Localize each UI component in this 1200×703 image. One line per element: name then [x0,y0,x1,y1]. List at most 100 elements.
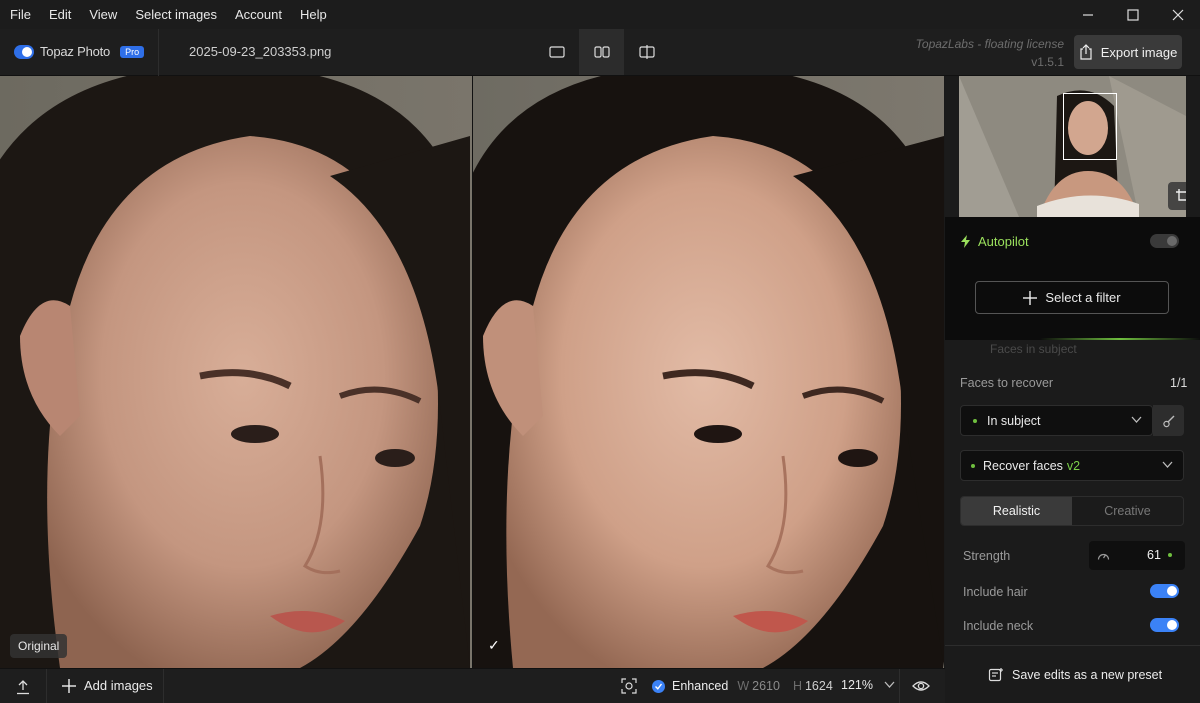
right-panel: Autopilot Select a filter Faces in subje… [945,76,1200,703]
side-by-side-icon [593,46,610,58]
status-dot-icon [973,418,977,423]
minimize-icon [1082,13,1093,16]
crop-icon [1176,189,1186,201]
strength-value: 61 [1147,548,1161,562]
autopilot-row: Autopilot [960,234,1029,249]
autopilot-toggle[interactable] [1150,234,1179,248]
recover-faces-section[interactable]: Recover faces v2 [960,450,1184,481]
menu-account[interactable]: Account [226,0,291,29]
plus-icon [62,678,76,693]
include-hair-toggle[interactable] [1150,584,1179,598]
width-label: W [737,679,750,693]
menu-help[interactable]: Help [291,0,336,29]
menu-edit[interactable]: Edit [40,0,80,29]
top-toolbar: Topaz Photo Pro 2025-09-23_203353.png To… [0,29,1200,76]
fit-screen-icon[interactable] [621,678,637,694]
chevron-down-icon [1131,416,1142,423]
app-logo: Topaz Photo Pro [14,44,145,59]
enhanced-check-icon: ✓ [488,637,500,653]
faces-count: 1/1 [1170,376,1188,390]
save-preset-button[interactable]: Save edits as a new preset [988,667,1162,683]
upload-button[interactable] [0,669,47,703]
split-view-icon [638,45,655,59]
mode-creative-option[interactable]: Creative [1072,497,1183,525]
zoom-dropdown[interactable]: 121% [841,678,895,692]
navigator-thumbnail[interactable] [959,76,1186,217]
faces-to-recover-label: Faces to recover [960,376,1054,390]
export-label: Export image [1100,44,1178,60]
export-icon [1080,44,1092,60]
subject-dropdown[interactable]: In subject [960,405,1153,436]
menu-bar: File Edit View Select images Account Hel… [0,0,1200,29]
bottom-bar: Add images Enhanced W 2610 H 1624 121% [0,668,945,703]
add-images-button[interactable]: Add images [62,678,153,693]
app-name: Topaz Photo [40,44,111,59]
include-neck-toggle[interactable] [1150,618,1179,632]
original-image-pane[interactable] [0,76,472,668]
gauge-icon [1097,553,1110,560]
autopilot-label: Autopilot [978,234,1029,249]
chevron-down-icon [1162,461,1173,468]
original-portrait-image [0,76,472,668]
enhanced-label: Enhanced [672,679,729,693]
menu-select-images[interactable]: Select images [126,0,226,29]
include-hair-label: Include hair [963,585,1028,599]
brush-icon [1162,415,1174,427]
mode-segmented-control: Realistic Creative [960,496,1184,526]
recover-version: v2 [1066,458,1081,473]
select-filter-label: Select a filter [1045,290,1121,305]
side-by-side-view-button[interactable] [579,29,624,75]
file-name: 2025-09-23_203353.png [189,44,332,59]
zoom-value: 121% [841,678,873,692]
height-label: H [792,679,802,693]
lightning-icon [961,235,970,248]
crop-button[interactable] [1168,182,1186,210]
plus-icon [1023,290,1038,305]
version-text: v1.5.1 [1031,55,1064,69]
maximize-button[interactable] [1110,0,1155,29]
filter-area: Autopilot Select a filter [945,217,1200,340]
faded-section-title: Faces in subject [990,342,1077,356]
recover-faces-label: Recover faces [983,458,1063,473]
bottom-divider-right [899,669,900,703]
select-filter-button[interactable]: Select a filter [975,281,1169,314]
bottom-divider [163,669,164,703]
close-button[interactable] [1155,0,1200,29]
navigator-frame[interactable] [1063,93,1117,160]
pro-badge: Pro [120,45,145,58]
split-view-button[interactable] [624,29,669,75]
export-image-button[interactable]: Export image [1074,35,1182,69]
strength-input[interactable]: 61 [1089,541,1185,570]
face-brush-button[interactable] [1153,405,1184,436]
recover-status-dot-icon [971,463,975,468]
license-text: TopazLabs - floating license [915,37,1064,51]
add-images-label: Add images [84,678,153,693]
image-info: Enhanced W 2610 H 1624 [621,678,833,694]
eye-icon [912,681,930,691]
window-controls [1065,0,1200,29]
minimize-button[interactable] [1065,0,1110,29]
close-icon [1172,9,1183,20]
single-view-icon [548,46,565,58]
upload-icon [17,679,29,694]
maximize-icon [1126,8,1139,21]
single-view-button[interactable] [534,29,579,75]
include-neck-label: Include neck [963,619,1034,633]
panel-divider [945,645,1200,646]
enhanced-image-pane[interactable] [473,76,944,668]
chevron-down-icon [884,681,895,688]
enhanced-check-icon [652,679,665,693]
toolbar-divider [158,29,159,76]
mode-realistic-option[interactable]: Realistic [961,497,1072,525]
height-value: 1624 [804,679,833,693]
original-label: Original [10,634,68,658]
menu-view[interactable]: View [80,0,126,29]
strength-dot-icon [1168,553,1172,557]
enhanced-portrait-image [473,76,944,668]
preview-toggle-button[interactable] [912,679,930,696]
save-preset-label: Save edits as a new preset [1012,668,1163,682]
menu-file[interactable]: File [0,0,40,29]
strength-label: Strength [963,549,1011,563]
width-value: 2610 [752,679,780,693]
progress-glow [1040,338,1200,340]
